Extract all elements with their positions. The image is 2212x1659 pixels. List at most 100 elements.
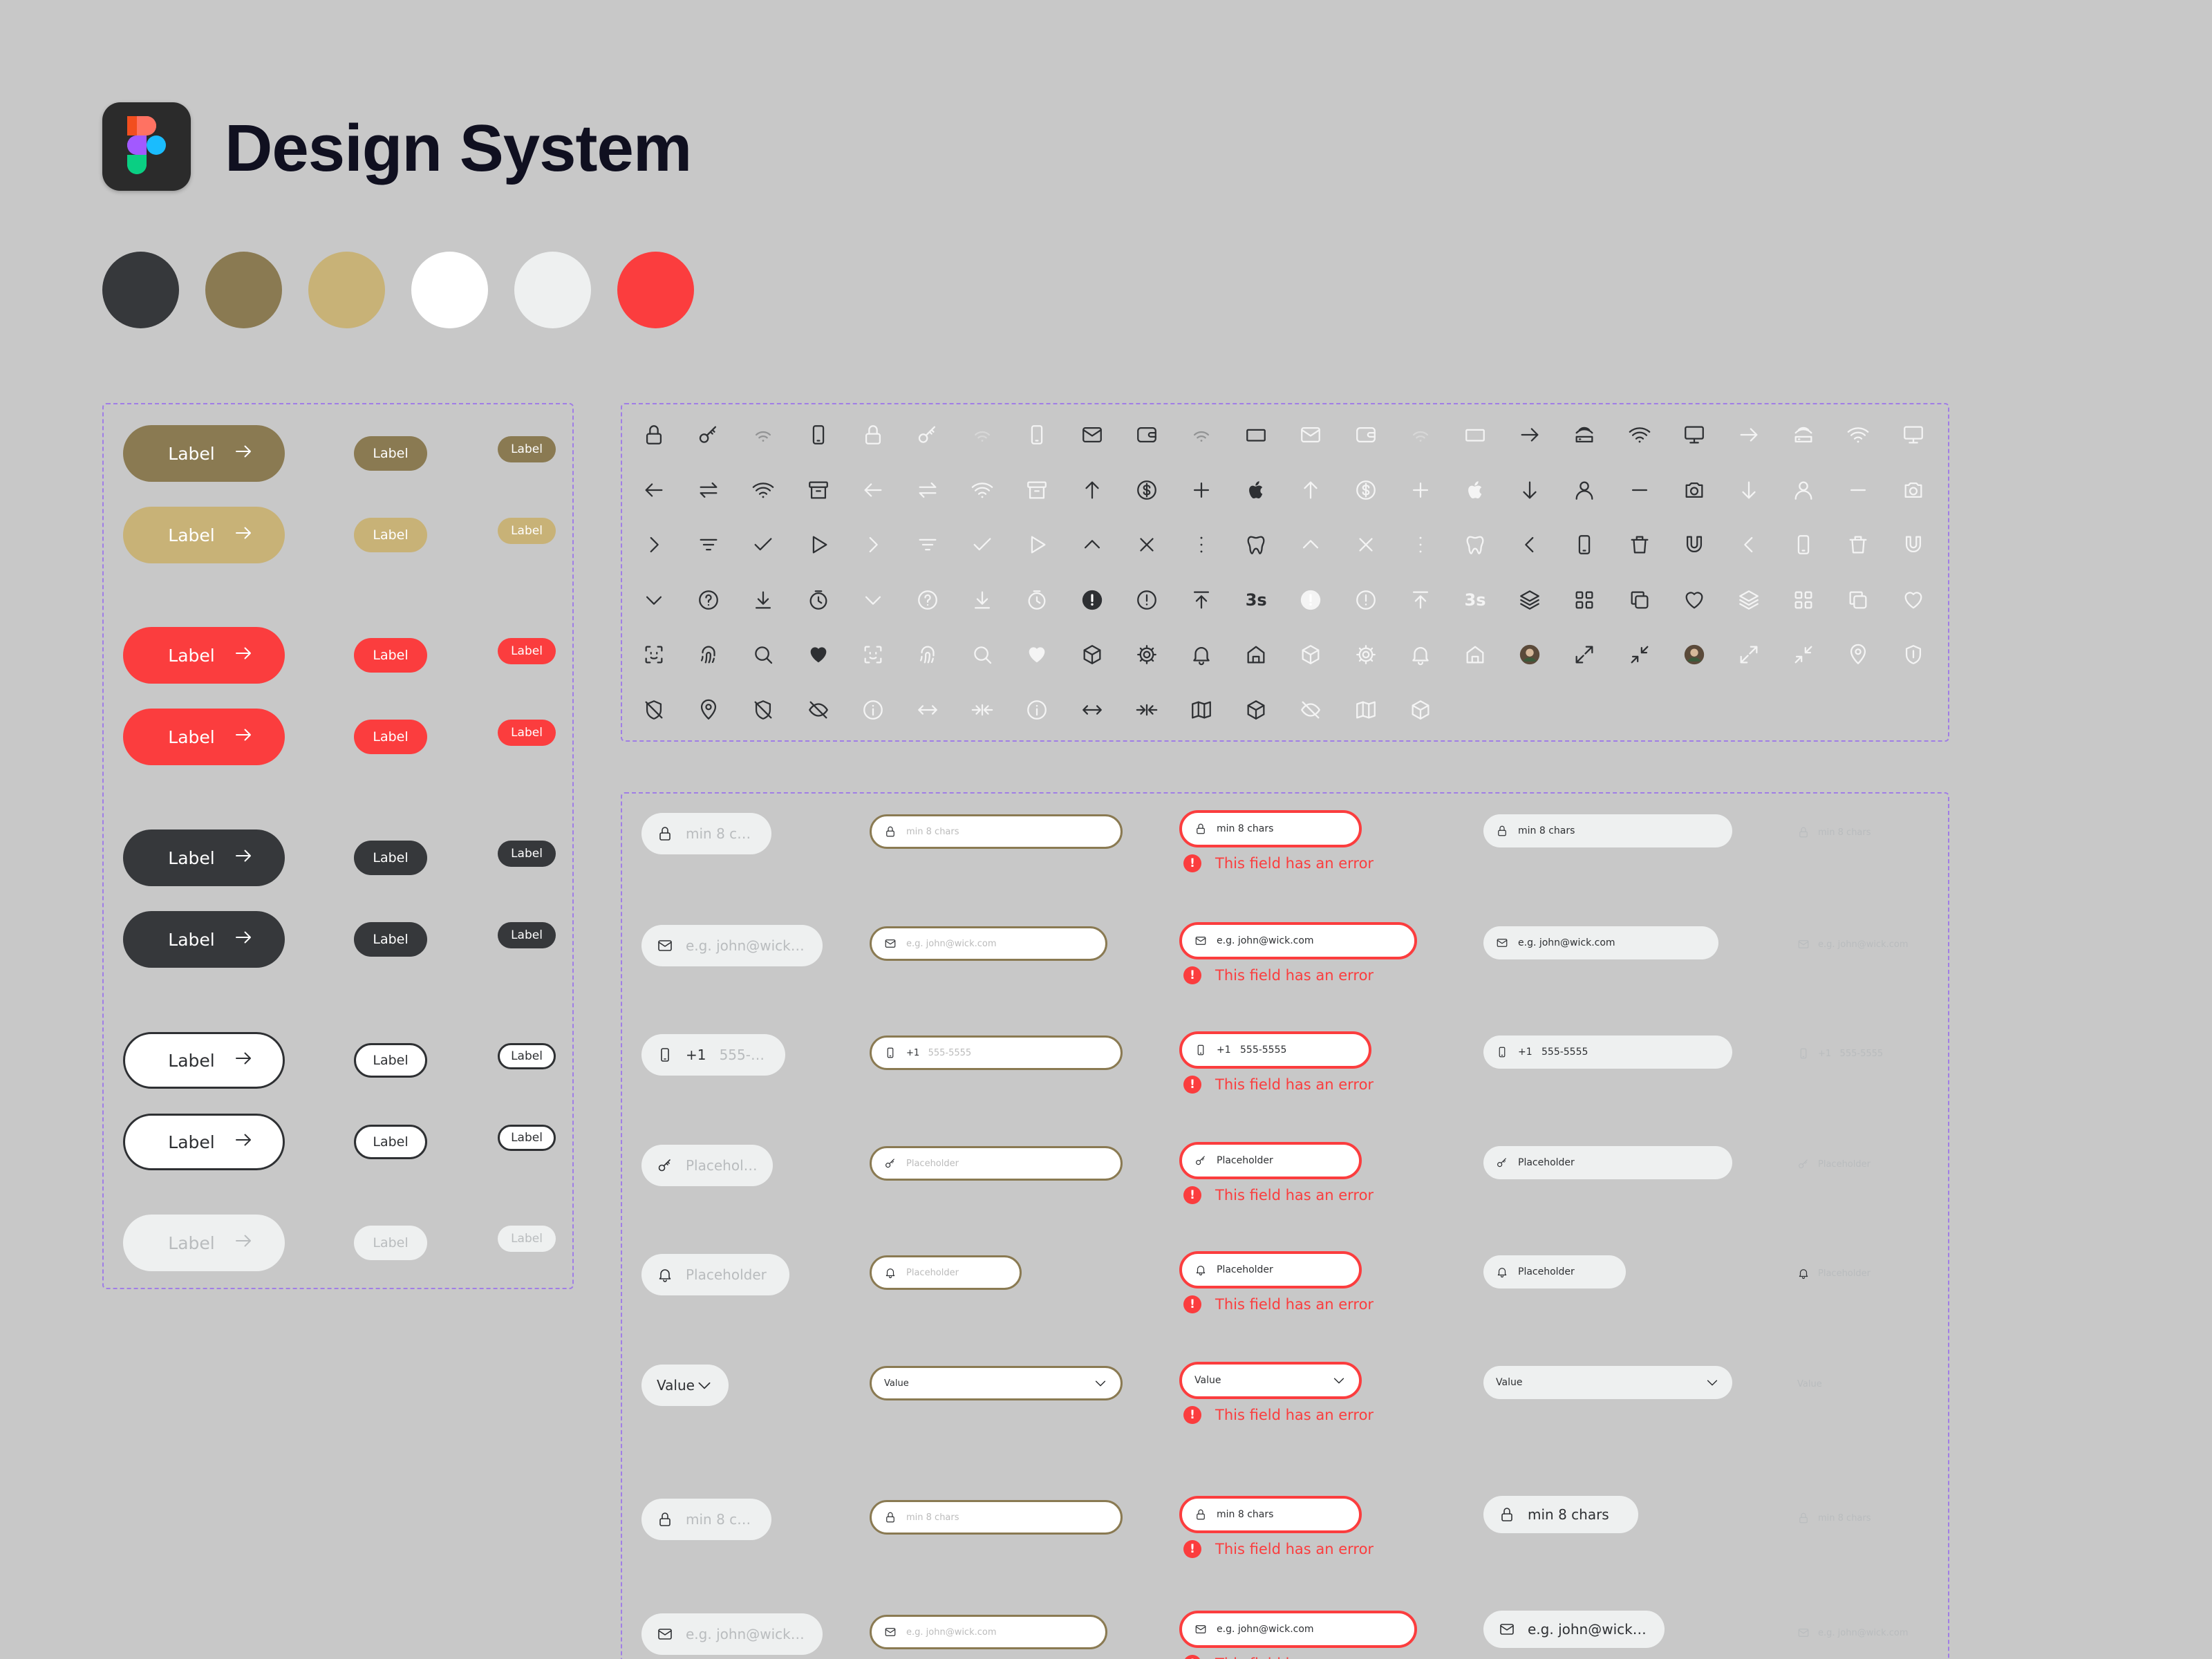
mail-icon [1077,420,1107,450]
input-soft[interactable]: +1 555-5555 [641,1034,785,1076]
input-filled[interactable]: Placeholder [1483,1146,1732,1179]
chevron-left-icon [1515,529,1545,560]
label-button-medium[interactable]: Label [354,922,427,957]
label-button-small[interactable]: Label [498,436,556,462]
input-filled[interactable]: +1 555-5555 [1483,1035,1732,1069]
arrow-right-icon [233,643,254,668]
alert-filled-icon: ! [1183,1186,1201,1204]
cube-icon [1295,639,1326,670]
input-soft[interactable]: min 8 chars [641,813,771,854]
label-button-large[interactable]: Label [123,709,285,765]
field-text: min 8 chars [1518,825,1575,836]
input-filled[interactable]: e.g. john@wick.com [1483,1611,1665,1648]
field-text: Placeholder [906,1267,959,1278]
field-text: min 8 chars [906,1512,959,1523]
button-label: Label [373,729,409,744]
field-text: min 8 chars [1818,1512,1871,1524]
label-button-small[interactable]: Label [498,922,556,948]
field-text: Placeholder [1818,1159,1871,1170]
filter-icon [693,529,724,560]
chevron-down-icon [639,585,669,615]
label-button-large[interactable]: Label [123,507,285,563]
bell-icon [884,1266,897,1279]
input-error[interactable]: e.g. john@wick.com [1179,1611,1417,1648]
label-button-small[interactable]: Label [498,638,556,664]
input-soft[interactable]: e.g. john@wick.com [641,1613,823,1655]
label-button-large[interactable]: Label [123,627,285,684]
alert-filled-icon [1077,585,1107,615]
input-outline[interactable]: Placeholder [870,1255,1022,1290]
error-message: ! This field has an error [1183,966,1374,984]
label-button-large[interactable]: Label [123,1215,285,1271]
button-label: Label [511,644,543,658]
select-error[interactable]: Value [1179,1362,1362,1399]
input-soft[interactable]: min 8 chars [641,1499,771,1540]
label-button-large[interactable]: Label [123,911,285,968]
upload-icon [1405,585,1436,615]
input-outline[interactable]: e.g. john@wick.com [870,926,1107,961]
arrow-right-icon [1734,420,1764,450]
input-error[interactable]: min 8 chars [1179,810,1362,847]
input-error[interactable]: e.g. john@wick.com [1179,922,1417,959]
input-outline[interactable]: min 8 chars [870,1500,1123,1535]
input-soft[interactable]: e.g. john@wick.com [641,925,823,966]
select-soft[interactable]: Value [641,1365,729,1406]
key-icon [1797,1158,1810,1170]
wallet-icon [1132,420,1162,450]
label-button-medium[interactable]: Label [354,1043,427,1078]
button-label: Label [511,524,543,538]
input-error[interactable]: Placeholder [1179,1142,1362,1179]
input-outline[interactable]: Placeholder [870,1146,1123,1181]
label-button-medium[interactable]: Label [354,638,427,673]
label-button-small[interactable]: Label [498,1125,556,1151]
input-filled[interactable]: Placeholder [1483,1255,1626,1288]
button-label: Label [168,929,215,950]
button-label: Label [373,648,409,663]
mail-icon [1194,935,1207,947]
input-soft[interactable]: Placeholder [641,1145,773,1186]
input-filled[interactable]: e.g. john@wick.com [1483,926,1718,959]
input-error[interactable]: Placeholder [1179,1251,1362,1288]
input-outline[interactable]: min 8 chars [870,814,1123,849]
select-filled[interactable]: Value [1483,1366,1732,1399]
play-icon [803,529,834,560]
button-label: Label [511,1232,543,1246]
help-icon [693,585,724,615]
input-error[interactable]: +1 555-5555 [1179,1031,1371,1069]
dollar-icon [1132,475,1162,505]
input-outline[interactable]: e.g. john@wick.com [870,1615,1107,1649]
copy-icon [1843,585,1873,615]
input-filled[interactable]: min 8 chars [1483,1496,1638,1533]
label-button-large[interactable]: Label [123,1032,285,1089]
label-button-small[interactable]: Label [498,720,556,746]
label-button-medium[interactable]: Label [354,518,427,552]
countdown-text-icon: 3s [1464,590,1486,610]
label-button-large[interactable]: Label [123,1114,285,1170]
label-button-small[interactable]: Label [498,518,556,544]
error-text: This field has an error [1215,1076,1374,1093]
error-text: This field has an error [1215,1296,1374,1313]
button-label: Label [511,847,543,861]
input-soft[interactable]: Placeholder [641,1254,789,1295]
label-button-medium[interactable]: Label [354,1226,427,1260]
label-button-medium[interactable]: Label [354,720,427,754]
label-button-large[interactable]: Label [123,830,285,886]
error-text: This field has an error [1215,1187,1374,1203]
input-filled[interactable]: min 8 chars [1483,814,1732,847]
field-text: e.g. john@wick.com [1528,1621,1649,1638]
input-outline[interactable]: +1 555-5555 [870,1035,1123,1070]
mail-icon [1194,1623,1207,1635]
button-label: Label [373,527,409,543]
select-outline[interactable]: Value [870,1366,1123,1400]
field-text: Placeholder [906,1158,959,1169]
label-button-large[interactable]: Label [123,425,285,482]
input-error[interactable]: min 8 chars [1179,1496,1362,1533]
label-button-medium[interactable]: Label [354,1125,427,1159]
label-button-small[interactable]: Label [498,1043,556,1069]
upload-icon [1186,585,1217,615]
label-button-medium[interactable]: Label [354,841,427,875]
label-button-small[interactable]: Label [498,841,556,867]
error-message: ! This field has an error [1183,1186,1374,1204]
label-button-small[interactable]: Label [498,1226,556,1252]
label-button-medium[interactable]: Label [354,436,427,471]
